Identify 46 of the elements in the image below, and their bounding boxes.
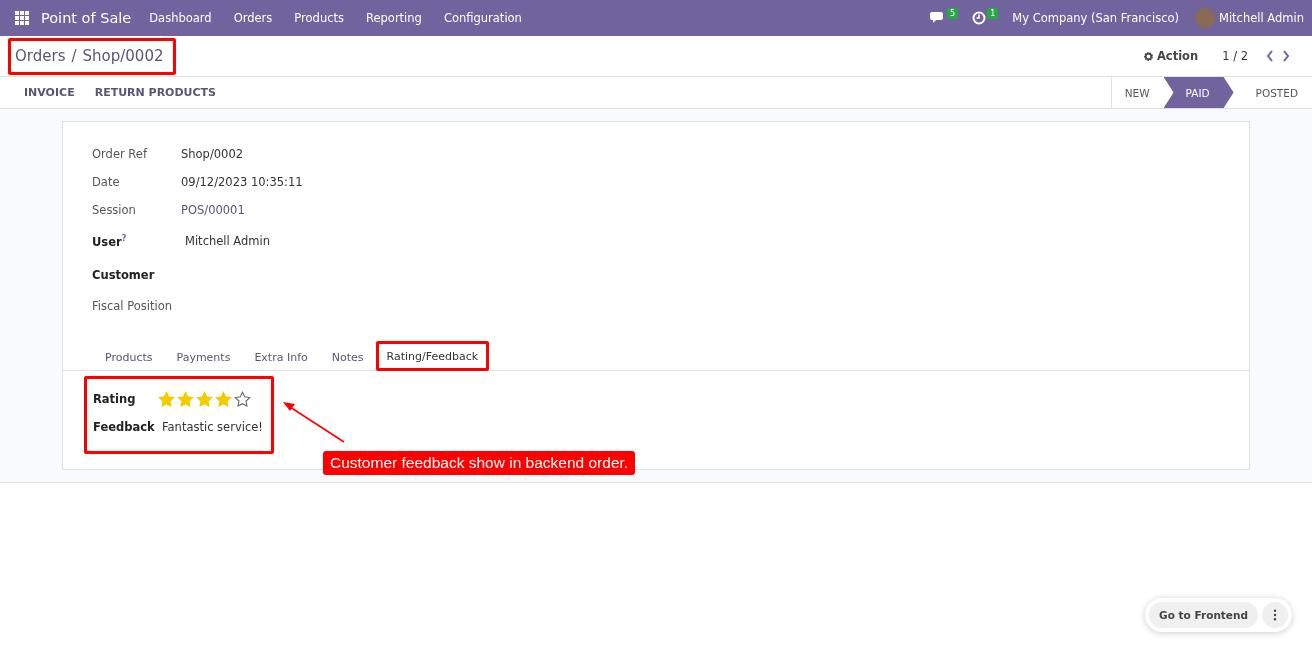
- annotation-callout: Customer feedback show in backend order.: [323, 451, 636, 475]
- previous-icon[interactable]: [1266, 50, 1274, 62]
- field-label: Customer: [92, 268, 156, 282]
- star-icon[interactable]: [234, 390, 251, 408]
- apps-menu-icon[interactable]: [15, 11, 29, 25]
- go-to-frontend-button[interactable]: Go to Frontend: [1149, 602, 1258, 628]
- activity-count-badge: 1: [987, 7, 999, 19]
- field-label: Feedback: [93, 420, 155, 434]
- app-name[interactable]: Point of Sale: [41, 10, 132, 26]
- field-value: 09/12/2023 10:35:11: [181, 175, 303, 189]
- header-button[interactable]: RETURN PRODUCTS: [84, 86, 227, 99]
- tab[interactable]: Notes: [319, 348, 376, 371]
- annotation-arrow: [282, 401, 346, 443]
- header-button[interactable]: INVOICE: [14, 86, 85, 99]
- user-name[interactable]: Mitchell Admin: [1219, 11, 1304, 25]
- tab[interactable]: Extra Info: [242, 348, 320, 371]
- tab[interactable]: Payments: [164, 348, 243, 371]
- tab[interactable]: Products: [93, 348, 165, 371]
- next-icon[interactable]: [1282, 50, 1290, 62]
- breadcrumb-current: Shop/0002: [82, 46, 164, 65]
- vertical-dots-icon: [1273, 609, 1277, 621]
- field-label: User$^{?}$: [92, 233, 128, 249]
- action-button[interactable]: Action: [1142, 49, 1199, 63]
- field-value: Shop/0002: [181, 147, 244, 161]
- field-label: Session: [92, 203, 137, 217]
- field-label: Order Ref: [92, 147, 149, 161]
- clock-icon[interactable]: [972, 11, 987, 25]
- pager-counter: 1 / 2: [1222, 49, 1248, 63]
- field-label: Rating: [93, 392, 137, 406]
- status-step[interactable]: PAID: [1163, 77, 1234, 108]
- menu-item[interactable]: Orders: [233, 11, 273, 25]
- menu-item[interactable]: Configuration: [443, 11, 522, 25]
- field-link[interactable]: POS/00001: [181, 203, 245, 217]
- field-label: Fiscal Position: [92, 299, 173, 313]
- message-count-badge: 5: [947, 7, 959, 19]
- tab[interactable]: Rating/Feedback: [375, 341, 490, 371]
- field-value: Fantastic service!: [162, 420, 263, 434]
- breadcrumb-separator: /: [71, 46, 77, 65]
- company-switcher[interactable]: My Company (San Francisco): [1012, 11, 1179, 25]
- menu-item[interactable]: Products: [294, 11, 344, 25]
- breadcrumb-link[interactable]: Orders: [15, 46, 66, 65]
- menu-item[interactable]: Reporting: [366, 11, 422, 25]
- field-label: Date: [92, 175, 121, 189]
- gear-icon: [1142, 50, 1154, 62]
- menu-item[interactable]: Dashboard: [149, 11, 212, 25]
- field-value: Mitchell Admin: [185, 234, 270, 248]
